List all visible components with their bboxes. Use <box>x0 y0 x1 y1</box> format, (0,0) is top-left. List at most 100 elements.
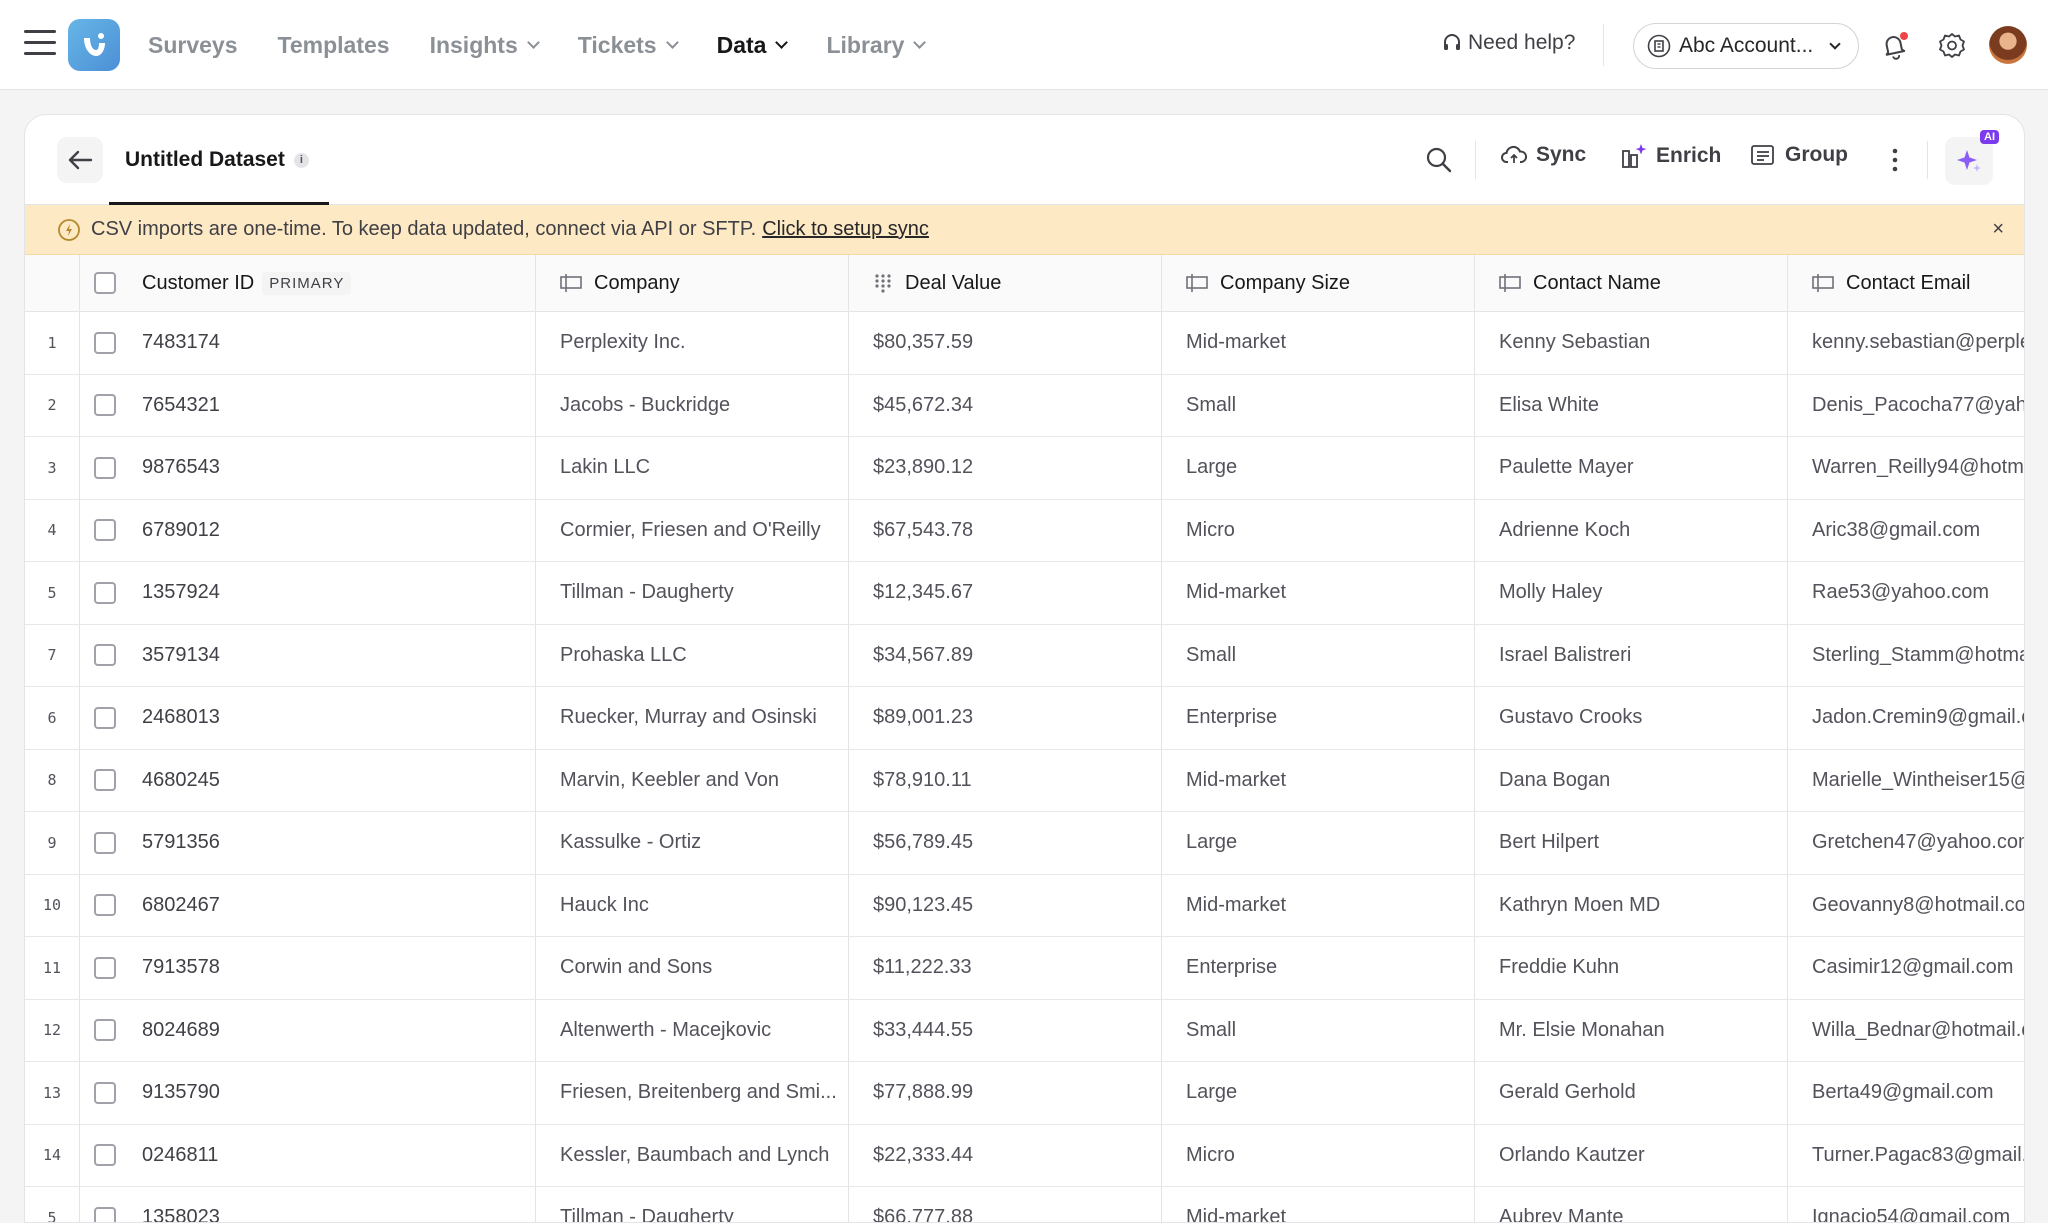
company-cell[interactable]: Ruecker, Murray and Osinski <box>535 687 840 749</box>
contact-email-cell[interactable]: Rae53@yahoo.com <box>1787 562 2024 624</box>
contact-name-cell[interactable]: Mr. Elsie Monahan <box>1474 999 1787 1061</box>
customer-id-cell[interactable]: 0246811 <box>142 1125 512 1187</box>
company-cell[interactable]: Kessler, Baumbach and Lynch <box>535 1124 840 1186</box>
company-size-cell[interactable]: Mid-market <box>1161 562 1474 624</box>
contact-email-cell[interactable]: Jadon.Cremin9@gmail.cor <box>1787 687 2024 749</box>
company-size-cell[interactable]: Mid-market <box>1161 749 1474 811</box>
contact-email-cell[interactable]: Berta49@gmail.com <box>1787 1062 2024 1124</box>
customer-id-cell[interactable]: 7654321 <box>142 375 512 437</box>
company-size-cell[interactable]: Mid-market <box>1161 312 1474 374</box>
customer-id-cell[interactable]: 1357924 <box>142 562 512 624</box>
contact-name-cell[interactable]: Elisa White <box>1474 374 1787 436</box>
company-size-cell[interactable]: Small <box>1161 999 1474 1061</box>
table-row[interactable]: 6 2468013 Ruecker, Murray and Osinski $89,0… <box>25 687 2024 750</box>
customer-id-cell[interactable]: 6789012 <box>142 500 512 562</box>
row-checkbox[interactable] <box>94 456 116 479</box>
close-icon[interactable]: × <box>1992 218 2004 241</box>
company-size-cell[interactable]: Small <box>1161 374 1474 436</box>
company-cell[interactable]: Kassulke - Ortiz <box>535 812 840 874</box>
deal-value-cell[interactable]: $89,001.23 <box>848 687 1161 749</box>
customer-id-cell[interactable]: 6802467 <box>142 875 512 937</box>
deal-value-cell[interactable]: $90,123.45 <box>848 874 1161 936</box>
more-options-button[interactable] <box>1885 143 1905 177</box>
contact-name-cell[interactable]: Kathryn Moen MD <box>1474 874 1787 936</box>
row-checkbox[interactable] <box>94 956 116 979</box>
contact-email-cell[interactable]: Turner.Pagac83@gmail.cor <box>1787 1124 2024 1186</box>
search-button[interactable] <box>1422 143 1456 177</box>
table-row[interactable]: 4 6789012 Cormier, Friesen and O'Reilly $67… <box>25 499 2024 562</box>
app-logo[interactable] <box>68 19 120 71</box>
contact-name-cell[interactable]: Israel Balistreri <box>1474 624 1787 686</box>
table-row[interactable]: 2 7654321 Jacobs - Buckridge $45,672.34 Smal… <box>25 374 2024 437</box>
contact-name-cell[interactable]: Aubrey Mante <box>1474 1187 1787 1222</box>
contact-email-cell[interactable]: Casimir12@gmail.com <box>1787 937 2024 999</box>
company-size-cell[interactable]: Small <box>1161 624 1474 686</box>
deal-value-cell[interactable]: $67,543.78 <box>848 499 1161 561</box>
contact-name-cell[interactable]: Dana Bogan <box>1474 749 1787 811</box>
column-header-company-size[interactable]: Company Size <box>1161 255 1474 311</box>
company-cell[interactable]: Cormier, Friesen and O'Reilly <box>535 499 840 561</box>
contact-name-cell[interactable]: Paulette Mayer <box>1474 437 1787 499</box>
info-icon[interactable]: i <box>293 152 309 168</box>
row-checkbox[interactable] <box>94 331 116 354</box>
row-checkbox[interactable] <box>94 519 116 542</box>
deal-value-cell[interactable]: $56,789.45 <box>848 812 1161 874</box>
column-header-contact-name[interactable]: Contact Name <box>1474 255 1787 311</box>
column-header-company[interactable]: Company <box>535 255 840 311</box>
table-row[interactable]: 5 1358023 Tillman - Daugherty $66,777.88 Mid… <box>25 1187 2024 1222</box>
company-cell[interactable]: Friesen, Breitenberg and Smi... <box>535 1062 840 1124</box>
contact-email-cell[interactable]: Geovanny8@hotmail.com <box>1787 874 2024 936</box>
company-size-cell[interactable]: Micro <box>1161 1124 1474 1186</box>
contact-email-cell[interactable]: Ignacio54@gmail.com <box>1787 1187 2024 1222</box>
row-checkbox[interactable] <box>94 1019 116 1042</box>
dataset-title-tab[interactable]: Untitled Dataset i <box>125 148 309 172</box>
sync-button[interactable]: Sync <box>1501 143 1586 167</box>
company-cell[interactable]: Tillman - Daugherty <box>535 562 840 624</box>
customer-id-cell[interactable]: 8024689 <box>142 1000 512 1062</box>
company-cell[interactable]: Prohaska LLC <box>535 624 840 686</box>
ai-assistant-button[interactable]: AI <box>1945 130 1999 185</box>
contact-email-cell[interactable]: Marielle_Wintheiser15@ho <box>1787 749 2024 811</box>
company-size-cell[interactable]: Mid-market <box>1161 1187 1474 1222</box>
account-switcher[interactable]: Abc Account... <box>1633 23 1859 69</box>
customer-id-cell[interactable]: 7483174 <box>142 312 512 374</box>
back-button[interactable] <box>57 137 103 183</box>
contact-name-cell[interactable]: Adrienne Koch <box>1474 499 1787 561</box>
company-size-cell[interactable]: Micro <box>1161 499 1474 561</box>
contact-email-cell[interactable]: Denis_Pacocha77@yahoo <box>1787 374 2024 436</box>
contact-email-cell[interactable]: kenny.sebastian@perplexi <box>1787 312 2024 374</box>
notifications-button[interactable] <box>1876 28 1912 64</box>
table-row[interactable]: 9 5791356 Kassulke - Ortiz $56,789.45 Large B… <box>25 812 2024 875</box>
contact-name-cell[interactable]: Kenny Sebastian <box>1474 312 1787 374</box>
table-row[interactable]: 10 6802467 Hauck Inc $90,123.45 Mid-market Ka… <box>25 874 2024 937</box>
enrich-button[interactable]: Enrich <box>1621 143 1721 169</box>
customer-id-cell[interactable]: 2468013 <box>142 687 512 749</box>
setup-sync-link[interactable]: Click to setup sync <box>762 218 929 241</box>
row-checkbox[interactable] <box>94 1206 116 1222</box>
company-size-cell[interactable]: Large <box>1161 437 1474 499</box>
user-avatar[interactable] <box>1989 26 2027 64</box>
contact-email-cell[interactable]: Aric38@gmail.com <box>1787 499 2024 561</box>
company-cell[interactable]: Altenwerth - Macejkovic <box>535 999 840 1061</box>
contact-name-cell[interactable]: Orlando Kautzer <box>1474 1124 1787 1186</box>
column-header-contact-email[interactable]: Contact Email <box>1787 255 2024 311</box>
row-checkbox[interactable] <box>94 1144 116 1167</box>
contact-name-cell[interactable]: Freddie Kuhn <box>1474 937 1787 999</box>
contact-email-cell[interactable]: Willa_Bednar@hotmail.co <box>1787 999 2024 1061</box>
company-size-cell[interactable]: Enterprise <box>1161 937 1474 999</box>
contact-name-cell[interactable]: Bert Hilpert <box>1474 812 1787 874</box>
row-checkbox[interactable] <box>94 644 116 667</box>
nav-item-insights[interactable]: Insights <box>430 32 540 59</box>
group-button[interactable]: Group <box>1750 143 1848 167</box>
contact-name-cell[interactable]: Molly Haley <box>1474 562 1787 624</box>
deal-value-cell[interactable]: $12,345.67 <box>848 562 1161 624</box>
column-header-customer-id[interactable]: Customer ID PRIMARY <box>142 255 512 311</box>
deal-value-cell[interactable]: $45,672.34 <box>848 374 1161 436</box>
deal-value-cell[interactable]: $77,888.99 <box>848 1062 1161 1124</box>
settings-button[interactable] <box>1934 28 1970 64</box>
table-row[interactable]: 8 4680245 Marvin, Keebler and Von $78,910.1… <box>25 749 2024 812</box>
deal-value-cell[interactable]: $80,357.59 <box>848 312 1161 374</box>
select-all-checkbox[interactable] <box>94 272 116 294</box>
customer-id-cell[interactable]: 9876543 <box>142 437 512 499</box>
customer-id-cell[interactable]: 7913578 <box>142 937 512 999</box>
